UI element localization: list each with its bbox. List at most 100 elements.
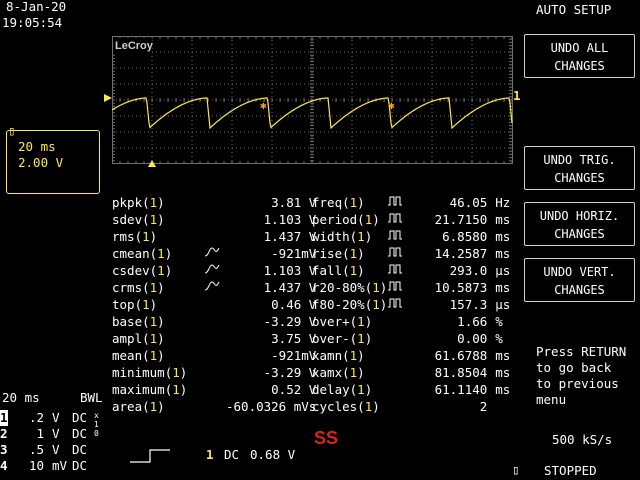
- measurement-channel: 1: [357, 382, 365, 397]
- measurement-value: 81.8504: [434, 365, 488, 380]
- channel-unit: mV: [52, 458, 68, 473]
- measurement-value: 157.3: [449, 297, 488, 312]
- measurement-unit: %: [495, 331, 503, 346]
- measurement-row: top(1) 0.46 V: [112, 297, 317, 312]
- measurement-value: 1.66: [457, 314, 488, 329]
- measurement-name: rms: [112, 229, 135, 244]
- measurement-name: xamn: [312, 348, 343, 363]
- channel-unit: V: [52, 426, 60, 441]
- measurement-name: r20-80%: [312, 280, 365, 295]
- trigger-level-arrow: [104, 94, 112, 102]
- channel-number: 2: [0, 426, 8, 441]
- measurement-value: 293.0: [449, 263, 488, 278]
- trigger-coupling: DC: [224, 447, 240, 462]
- measurement-name: mean: [112, 348, 143, 363]
- channel-number: 3: [0, 442, 8, 457]
- measurement-channel: 1: [357, 314, 365, 329]
- undo-all-button[interactable]: UNDO ALL CHANGES: [524, 34, 635, 78]
- measurement-row: rise(1) 14.2587 ms: [312, 245, 519, 262]
- channel-coupling: DC: [72, 442, 88, 457]
- menu-title: AUTO SETUP: [536, 2, 612, 17]
- measurement-name: cmean: [112, 246, 150, 261]
- help-text: Press RETURN to go back to previous menu: [536, 344, 627, 407]
- measurement-name: ampl: [112, 331, 143, 346]
- measurement-value: 1.437 V: [263, 280, 317, 295]
- measurement-name: width: [312, 229, 350, 244]
- measurement-name: fall: [312, 263, 343, 278]
- measurement-name: rise: [312, 246, 343, 261]
- channel-number: 1: [0, 410, 8, 426]
- cyclic-wave-icon: [204, 279, 226, 296]
- measurement-unit: %: [495, 314, 503, 329]
- measurement-value: -3.29 V: [263, 314, 317, 329]
- measurement-name: cycles: [312, 399, 358, 414]
- timebase-readout: 20 ms: [2, 390, 40, 405]
- waveform-display[interactable]: LeCroy ✱ ✱: [112, 36, 516, 164]
- measurement-channel: 1: [172, 382, 180, 397]
- measurement-unit: [487, 398, 519, 415]
- measurement-value: 3.75 V: [271, 331, 317, 346]
- channel-coupling: DC: [72, 410, 88, 425]
- measurement-unit: ms: [495, 365, 511, 380]
- ss-indicator: SS: [314, 428, 339, 448]
- measurement-unit: ms: [495, 246, 511, 261]
- measurement-channel: 1: [357, 331, 365, 346]
- measurement-value: 21.7150: [434, 212, 488, 227]
- measurement-row: csdev(1) 1.103 V: [112, 263, 317, 278]
- measurement-channel: 1: [372, 280, 380, 295]
- pulse-wave-icon: [387, 279, 407, 296]
- measurement-channel: 1: [142, 229, 150, 244]
- measurement-row: cmean(1) -921mV: [112, 246, 317, 261]
- pulse-wave-icon: [387, 262, 407, 279]
- measurement-row: mean(1) -921mV: [112, 348, 317, 363]
- measurement-value: 10.5873: [434, 280, 488, 295]
- status-box-icon: ▯: [512, 462, 520, 477]
- channel-coupling: DC: [72, 426, 88, 441]
- measurement-value: -921mV: [271, 246, 317, 261]
- measurement-name: area: [112, 399, 143, 414]
- channel-scale: 10: [28, 458, 44, 473]
- measurement-unit: ms: [495, 280, 511, 295]
- channel-unit: V: [52, 410, 60, 425]
- acquisition-status: STOPPED: [544, 463, 597, 478]
- sample-rate: 500 kS/s: [552, 432, 613, 447]
- measurement-value: -3.29 V: [263, 365, 317, 380]
- measurement-channel: 1: [157, 263, 165, 278]
- measurement-value: -921mV: [271, 348, 317, 363]
- measurement-channel: 1: [357, 229, 365, 244]
- undo-vert-button[interactable]: UNDO VERT. CHANGES: [524, 258, 635, 302]
- trigger-position-arrow: [148, 160, 156, 167]
- measurement-value: 46.05: [449, 195, 488, 210]
- channel-1-tab: ▯: [8, 123, 16, 138]
- measurement-value: 14.2587: [434, 246, 488, 261]
- measurement-row: period(1) 21.7150 ms: [312, 211, 519, 228]
- measurement-row: crms(1) 1.437 V: [112, 279, 317, 296]
- measurement-value: 0.52 V: [271, 382, 317, 397]
- measurement-value: 0.00: [457, 331, 488, 346]
- measurement-row: delay(1) 61.1140 ms: [312, 381, 519, 398]
- measurement-name: top: [112, 297, 135, 312]
- measurement-unit: Hz: [495, 195, 511, 210]
- measurement-row: fall(1) 293.0 µs: [312, 262, 519, 279]
- channel-box-timebase: 20 ms: [18, 139, 56, 154]
- measurement-row: xamx(1) 81.8504 ms: [312, 364, 519, 381]
- channel-number: 4: [0, 458, 8, 473]
- undo-trig-button[interactable]: UNDO TRIG. CHANGES: [524, 146, 635, 190]
- measurement-row: maximum(1) 0.52 V: [112, 382, 317, 397]
- channel-1-marker: 1: [513, 88, 521, 103]
- measurement-value: 1.103 V: [263, 212, 317, 227]
- measurement-value: 0.46 V: [271, 297, 317, 312]
- measurement-name: base: [112, 314, 143, 329]
- measurement-value: -60.0326 mVs: [226, 399, 317, 414]
- measurement-channel: 1: [172, 365, 180, 380]
- channel-box-volts: 2.00 V: [18, 155, 64, 170]
- undo-horiz-button[interactable]: UNDO HORIZ. CHANGES: [524, 202, 635, 246]
- measurement-row: r20-80%(1) 10.5873 ms: [312, 279, 519, 296]
- measurement-name: xamx: [312, 365, 343, 380]
- measurement-channel: 1: [372, 297, 380, 312]
- channel-scale: 1: [36, 426, 44, 441]
- measurement-value: 3.81 V: [271, 195, 317, 210]
- measurement-row: sdev(1) 1.103 V: [112, 212, 317, 227]
- cursor-marker-2: ✱: [388, 99, 395, 112]
- measurement-row: f80-20%(1) 157.3 µs: [312, 296, 519, 313]
